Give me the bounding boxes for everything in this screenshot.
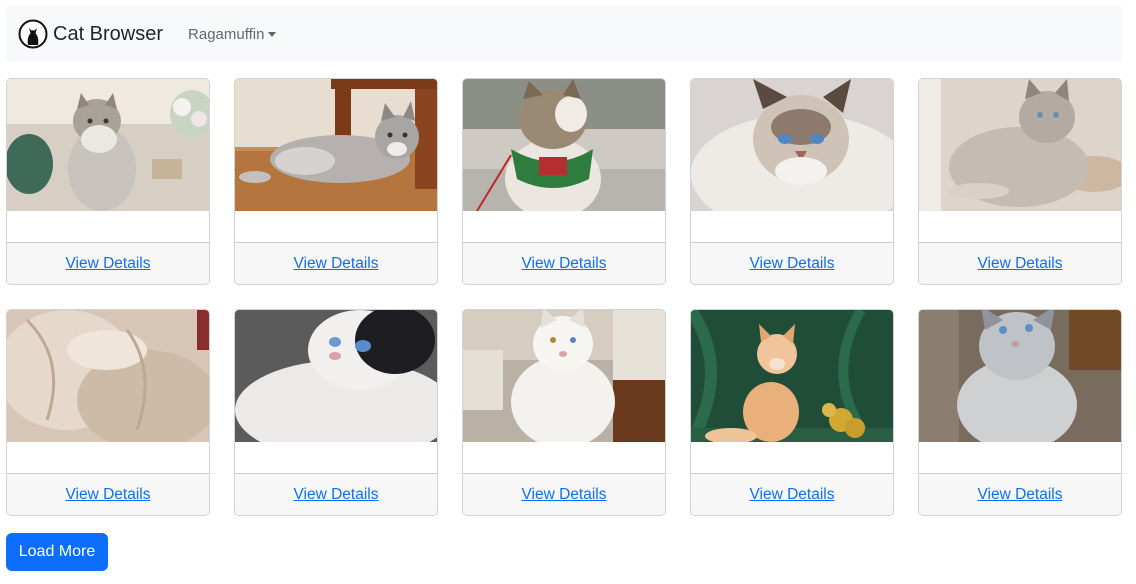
cat-photo — [691, 79, 893, 211]
cat-photo — [919, 79, 1121, 211]
cat-card: View Details — [234, 309, 438, 516]
cat-card: View Details — [690, 78, 894, 285]
cat-card: View Details — [918, 309, 1122, 516]
breed-dropdown-label: Ragamuffin — [188, 25, 265, 43]
card-footer: View Details — [919, 242, 1121, 284]
breed-dropdown[interactable]: Ragamuffin — [188, 25, 277, 43]
cat-card: View Details — [6, 78, 210, 285]
brand-title: Cat Browser — [53, 22, 164, 45]
card-footer: View Details — [691, 473, 893, 515]
view-details-link[interactable]: View Details — [977, 486, 1062, 504]
cat-photo — [7, 79, 209, 211]
cat-logo-icon — [18, 19, 48, 49]
cat-card: View Details — [918, 78, 1122, 285]
card-footer: View Details — [235, 473, 437, 515]
view-details-link[interactable]: View Details — [521, 255, 606, 273]
cat-card: View Details — [462, 78, 666, 285]
navbar: Cat Browser Ragamuffin — [6, 6, 1122, 62]
view-details-link[interactable]: View Details — [977, 255, 1062, 273]
caret-down-icon — [268, 32, 277, 37]
cat-card: View Details — [690, 309, 894, 516]
cat-photo — [235, 310, 437, 442]
card-footer: View Details — [691, 242, 893, 284]
cat-card: View Details — [6, 309, 210, 516]
card-footer: View Details — [7, 473, 209, 515]
view-details-link[interactable]: View Details — [65, 255, 150, 273]
card-footer: View Details — [7, 242, 209, 284]
card-footer: View Details — [919, 473, 1121, 515]
view-details-link[interactable]: View Details — [749, 255, 834, 273]
view-details-link[interactable]: View Details — [293, 255, 378, 273]
brand-link[interactable]: Cat Browser — [18, 19, 163, 49]
cat-photo — [463, 79, 665, 211]
view-details-link[interactable]: View Details — [65, 486, 150, 504]
view-details-link[interactable]: View Details — [749, 486, 834, 504]
cat-photo — [7, 310, 209, 442]
card-footer: View Details — [463, 242, 665, 284]
cat-photo — [235, 79, 437, 211]
card-footer: View Details — [463, 473, 665, 515]
cat-photo — [919, 310, 1121, 442]
cat-photo — [463, 310, 665, 442]
cat-photo — [691, 310, 893, 442]
cat-card: View Details — [462, 309, 666, 516]
view-details-link[interactable]: View Details — [521, 486, 606, 504]
cat-card: View Details — [234, 78, 438, 285]
view-details-link[interactable]: View Details — [293, 486, 378, 504]
card-footer: View Details — [235, 242, 437, 284]
load-more-button[interactable]: Load More — [6, 533, 108, 571]
